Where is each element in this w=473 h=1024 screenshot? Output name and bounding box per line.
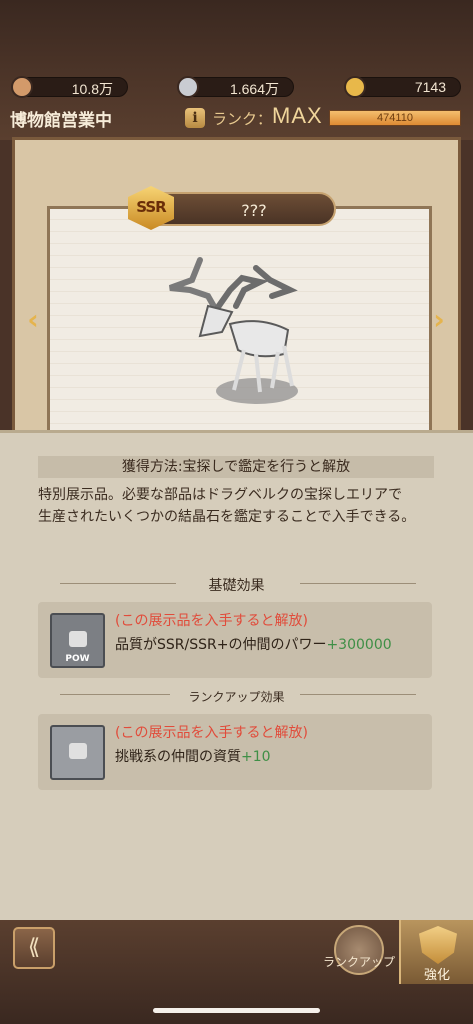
rankup-effect-card: (この展示品を入手すると解放) 挑戦系の仲間の資質+10: [38, 714, 432, 790]
next-exhibit-button[interactable]: ›: [428, 303, 450, 337]
rankup-button[interactable]: ランクアップ: [322, 925, 396, 987]
rank-label: ランク：: [212, 110, 273, 128]
acquisition-method: 獲得方法:宝探しで鑑定を行うと解放: [38, 456, 434, 478]
currency-bronze: 10.8万: [11, 76, 128, 98]
basic-effect-condition: (この展示品を入手すると解放): [115, 613, 308, 629]
lock-icon: [69, 743, 87, 759]
basic-effect-bonus: +300000: [326, 637, 392, 653]
skeleton-deer-exhibit-image: [168, 257, 298, 393]
exhibit-name: ???: [241, 201, 267, 220]
description-line-1: 特別展示品。必要な部品はドラグベルクの宝探しエリアで: [38, 487, 402, 503]
lock-icon: [69, 631, 87, 647]
prev-exhibit-button[interactable]: ‹: [22, 303, 44, 337]
rankup-label: ランクアップ: [322, 955, 395, 969]
basic-effect-title: 基礎効果: [208, 578, 265, 594]
rankup-locked-icon: [50, 725, 105, 780]
rankup-effect-text: 挑戦系の仲間の資質+10: [115, 746, 271, 766]
basic-effect-card: POW (この展示品を入手すると解放) 品質がSSR/SSR+の仲間のパワー+3…: [38, 602, 432, 678]
home-indicator: [153, 1008, 320, 1013]
enhance-button[interactable]: 強化: [399, 920, 473, 984]
museum-status: 博物館営業中: [10, 111, 112, 131]
info-icon[interactable]: i: [185, 108, 205, 128]
basic-effect-text: 品質がSSR/SSR+の仲間のパワー+300000: [115, 634, 392, 654]
power-locked-icon: POW: [50, 613, 105, 668]
currency-silver-value: 1.664万: [229, 81, 279, 97]
currency-silver: 1.664万: [177, 76, 294, 98]
basic-effect-description: 品質がSSR/SSR+の仲間のパワー: [115, 637, 327, 653]
rankup-effect-condition: (この展示品を入手すると解放): [115, 725, 308, 741]
exhibit-description: 特別展示品。必要な部品はドラグベルクの宝探しエリアで 生産されたいくつかの結晶石…: [38, 484, 438, 528]
currency-gold-value: 7143: [414, 79, 446, 95]
bronze-coin-icon: [11, 76, 33, 98]
rank-progress-text: 474110: [377, 112, 413, 124]
currency-gold: 7143: [344, 76, 461, 98]
rankup-effect-bonus: +10: [241, 749, 271, 765]
rank-value: MAX: [272, 103, 323, 128]
currency-bronze-value: 10.8万: [71, 81, 113, 97]
silver-coin-icon: [177, 76, 199, 98]
enhance-label: 強化: [423, 968, 450, 983]
back-button[interactable]: ⟪: [13, 927, 55, 969]
rarity-label: SSR: [136, 198, 166, 216]
enhance-shield-icon: [419, 926, 457, 964]
rank-progress-bar: 474110: [329, 110, 461, 126]
gold-coin-icon: [344, 76, 366, 98]
rankup-effect-description: 挑戦系の仲間の資質: [115, 749, 241, 765]
description-line-2: 生産されたいくつかの結晶石を鑑定することで入手できる。: [38, 509, 416, 525]
rankup-effect-title: ランクアップ効果: [188, 690, 285, 704]
pow-label: POW: [65, 654, 90, 664]
